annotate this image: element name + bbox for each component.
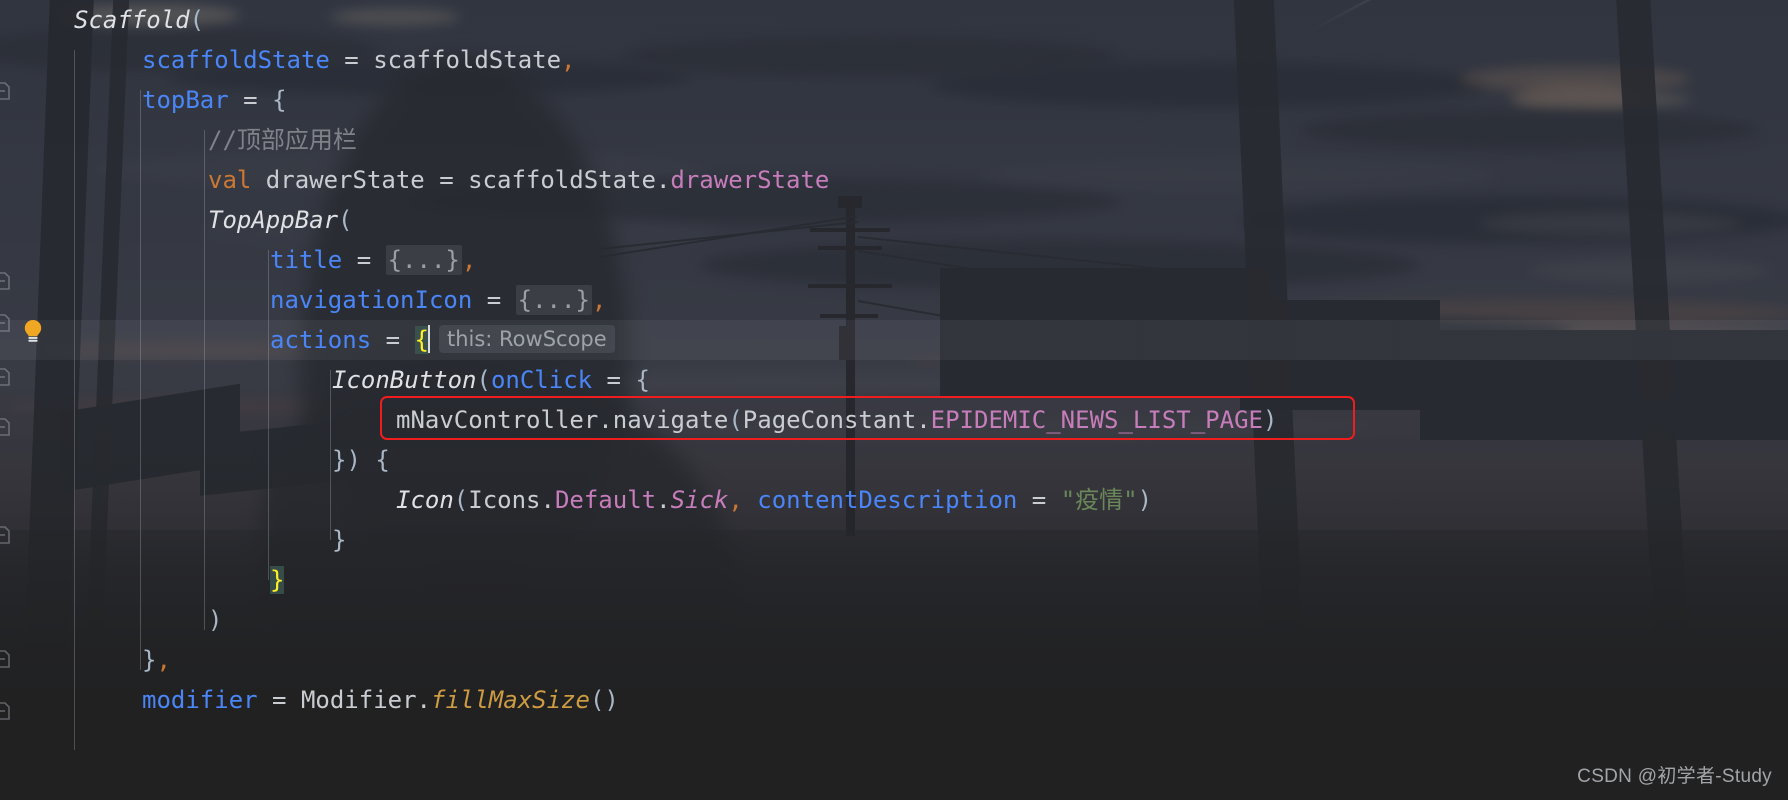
code-token: Default (554, 486, 657, 514)
fold-chevron-icon[interactable] (0, 270, 12, 292)
line-actions[interactable]: actions = { this: RowScope (0, 320, 1788, 360)
code-token: ) (1137, 486, 1153, 514)
code-token: drawerState (670, 166, 830, 194)
line-close-onclick[interactable]: }) { (0, 440, 1788, 480)
fold-chevron-icon[interactable] (0, 80, 12, 102)
line-navigationicon[interactable]: navigationIcon = {...}, (0, 280, 1788, 320)
fold-chevron-icon[interactable] (0, 524, 12, 546)
line-close-iconbutton[interactable]: } (0, 520, 1788, 560)
code-token: Scaffold (74, 6, 190, 34)
line-topbar[interactable]: topBar = { (0, 80, 1788, 120)
fold-chevron-icon[interactable] (0, 700, 12, 722)
code-token: val (208, 166, 252, 194)
code-token: ( (476, 366, 491, 394)
code-token: EPIDEMIC_NEWS_LIST_PAGE (930, 406, 1263, 434)
fold-chevron-icon[interactable] (0, 648, 12, 670)
line-comment-topappbar[interactable]: //顶部应用栏 (0, 120, 1788, 160)
line-scaffold-open[interactable]: Scaffold( (0, 0, 1788, 40)
watermark: CSDN @初学者-Study (1577, 766, 1772, 787)
line-close-actions[interactable]: } (0, 560, 1788, 600)
code-token: ( (453, 486, 469, 514)
code-token: { (635, 366, 650, 394)
code-token: () (589, 686, 619, 714)
code-token: TopAppBar (208, 206, 339, 234)
code-token: , (728, 486, 743, 514)
line-topappbar-open[interactable]: TopAppBar( (0, 200, 1788, 240)
code-token: , (156, 646, 171, 674)
fold-chevron-icon[interactable] (0, 366, 12, 388)
code-token: = (342, 246, 386, 274)
code-token: IconButton (332, 366, 477, 394)
code-token: PageConstant. (742, 406, 931, 434)
code-token: navigationIcon (270, 286, 473, 314)
code-token: } (332, 526, 347, 554)
fold-chevron-icon[interactable] (0, 312, 12, 334)
inlay-hint-rowscope: this: RowScope (438, 325, 615, 353)
code-token: ) (208, 606, 223, 634)
code-token: ) (1262, 406, 1278, 434)
code-token: contentDescription (757, 486, 1018, 514)
line-val-drawerstate[interactable]: val drawerState = scaffoldState.drawerSt… (0, 160, 1788, 200)
line-icon-sick[interactable]: Icon(Icons.Default.Sick, contentDescript… (0, 480, 1788, 520)
line-navigate[interactable]: mNavController.navigate(PageConstant.EPI… (0, 400, 1788, 440)
code-token: ( (189, 6, 205, 34)
code-token: } (270, 566, 285, 594)
folded-region-placeholder[interactable]: {...} (515, 285, 592, 315)
code-token: , (461, 246, 477, 274)
lightbulb-intention-icon[interactable] (18, 316, 48, 346)
code-token: = (472, 286, 516, 314)
code-token: } (142, 646, 157, 674)
code-token: modifier (142, 686, 258, 714)
code-token: }) { (332, 446, 390, 474)
code-token: , (591, 286, 607, 314)
code-token: "疫情" (1060, 486, 1138, 514)
code-token: Icons. (468, 486, 555, 514)
code-token: scaffoldState (142, 46, 330, 74)
code-token: ( (338, 206, 353, 234)
text-caret (427, 325, 430, 353)
code-token: = (228, 86, 273, 114)
code-token: = (329, 46, 374, 74)
code-token: actions (270, 326, 372, 354)
code-editor-window[interactable]: Scaffold(scaffoldState = scaffoldState, t… (0, 0, 1788, 800)
code-token: mNavController.navigate (396, 406, 729, 434)
folded-region-placeholder[interactable]: {...} (385, 245, 462, 275)
code-token: topBar (142, 86, 229, 114)
code-content[interactable]: Scaffold(scaffoldState = scaffoldState, t… (0, 0, 1788, 800)
code-token: drawerState = scaffoldState. (251, 166, 671, 194)
code-token: onClick (490, 366, 593, 394)
line-scaffoldstate[interactable]: scaffoldState = scaffoldState, (0, 40, 1788, 80)
line-title[interactable]: title = {...}, (0, 240, 1788, 280)
code-token: Sick (670, 486, 729, 514)
code-token: { (414, 326, 429, 354)
line-close-topappbar[interactable]: ) (0, 600, 1788, 640)
code-token: scaffoldState (373, 46, 562, 74)
code-token: Icon (396, 486, 454, 514)
line-iconbutton-open[interactable]: IconButton(onClick = { (0, 360, 1788, 400)
line-modifier[interactable]: modifier = Modifier.fillMaxSize() (0, 680, 1788, 720)
code-token: = (257, 686, 301, 714)
line-close-topbar[interactable]: }, (0, 640, 1788, 680)
fold-chevron-icon[interactable] (0, 416, 12, 438)
code-token: = (1017, 486, 1061, 514)
code-token: Modifier. (300, 686, 431, 714)
code-token: title (270, 246, 343, 274)
code-token: = (371, 326, 415, 354)
code-token: fillMaxSize (431, 686, 590, 714)
code-token: { (272, 86, 287, 114)
code-token: . (656, 486, 671, 514)
editor-gutter[interactable] (0, 0, 66, 800)
code-token: //顶部应用栏 (208, 126, 357, 154)
code-token: , (561, 46, 576, 74)
code-token: = (592, 366, 636, 394)
code-token: ( (728, 406, 743, 434)
